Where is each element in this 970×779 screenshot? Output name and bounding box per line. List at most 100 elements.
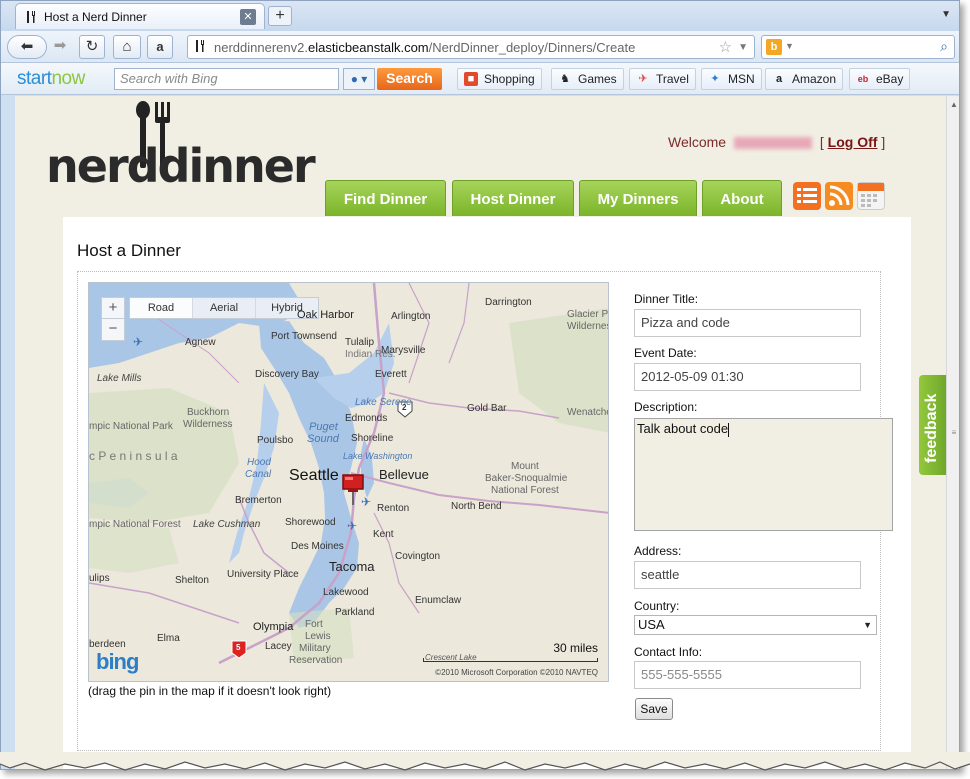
map-label: ulips xyxy=(89,573,110,584)
nav-find-dinner[interactable]: Find Dinner xyxy=(325,180,446,216)
bracket-open: [ xyxy=(819,134,824,150)
map-label: Des Moines xyxy=(291,541,344,552)
toolbar-search-input[interactable]: Search with Bing xyxy=(114,68,339,90)
search-icon[interactable]: ⌕ xyxy=(940,38,948,55)
tab-list-arrow-icon[interactable]: ▼ xyxy=(941,9,951,20)
bookmark-label: MSN xyxy=(728,72,755,86)
forward-button[interactable]: ➡ xyxy=(49,35,71,59)
map-label: Covington xyxy=(395,551,441,562)
globe-dropdown-icon[interactable]: ● ▾ xyxy=(343,68,375,90)
reload-button[interactable]: ↻ xyxy=(79,35,105,59)
fork-knife-icon xyxy=(24,10,38,24)
bookmark-msn[interactable]: ✦ MSN xyxy=(701,68,762,90)
scroll-up-arrow-icon[interactable]: ▲ xyxy=(947,100,959,109)
site-logo[interactable]: nerddinner xyxy=(46,139,316,193)
map-view-aerial[interactable]: Aerial xyxy=(193,298,256,318)
back-button[interactable]: ⬅ xyxy=(7,35,47,59)
feedback-tab[interactable]: feedback xyxy=(919,375,947,475)
ebay-icon: eb xyxy=(857,74,869,84)
map-label: Seattle xyxy=(289,467,339,484)
startnow-logo[interactable]: startnow xyxy=(17,68,85,90)
new-tab-button[interactable]: + xyxy=(268,6,292,26)
description-text: Talk about code xyxy=(637,421,729,436)
map-label: Tacoma xyxy=(329,559,375,574)
main-content: Host a Dinner + − Road Aerial Hybrid ✈ ✈… xyxy=(63,217,911,769)
browser-search-box[interactable]: b ▼ ⌕ xyxy=(761,35,955,59)
map-label: Puget xyxy=(309,421,338,433)
address-input[interactable]: seattle xyxy=(634,561,861,589)
map-label: Discovery Bay xyxy=(255,369,319,380)
bookmark-star-icon[interactable]: ☆ xyxy=(719,38,732,56)
nav-host-dinner[interactable]: Host Dinner xyxy=(452,180,574,216)
url-path: /NerdDinner_deploy/Dinners/Create xyxy=(428,39,636,55)
torn-edge xyxy=(0,752,970,771)
map[interactable]: + − Road Aerial Hybrid ✈ ✈ ✈ Oak Harbor … xyxy=(88,282,609,682)
zoom-in-button[interactable]: + xyxy=(102,298,124,319)
event-date-input[interactable]: 2012-05-09 01:30 xyxy=(634,363,861,391)
map-label: Lake Cushman xyxy=(193,519,261,530)
nav-about[interactable]: About xyxy=(702,180,782,216)
rss-icon[interactable] xyxy=(825,182,853,210)
search-engine-dropdown-icon[interactable]: ▼ xyxy=(785,41,794,51)
map-label: Oak Harbor xyxy=(297,309,354,321)
contact-info-input[interactable]: 555-555-5555 xyxy=(634,661,861,689)
map-label: Bellevue xyxy=(379,467,429,482)
scroll-grip-icon[interactable]: ≡ xyxy=(947,428,959,437)
navigation-bar: ⬅ ➡ ↻ ⌂ a nerddinnerenv2.elasticbeanstal… xyxy=(1,31,959,63)
map-label: Buckhorn xyxy=(187,407,230,418)
map-label: National Forest xyxy=(491,485,559,496)
reload-icon: ↻ xyxy=(85,38,99,55)
url-dropdown-icon[interactable]: ▼ xyxy=(738,42,748,53)
map-label: Poulsbo xyxy=(257,435,294,446)
map-label: c P e n i n s u l a xyxy=(89,449,178,463)
toolbar-search-button[interactable]: Search xyxy=(377,68,442,90)
map-label: Reservation xyxy=(289,655,343,666)
bookmark-label: Games xyxy=(578,72,617,86)
browser-tab[interactable]: Host a Nerd Dinner ✕ xyxy=(15,3,265,29)
browser-window: Host a Nerd Dinner ✕ + ▼ ⬅ ➡ ↻ ⌂ a nerdd… xyxy=(0,0,960,770)
calendar-icon[interactable] xyxy=(857,182,885,210)
bookmark-ebay[interactable]: eb eBay xyxy=(849,68,911,90)
log-off-link[interactable]: Log Off xyxy=(828,134,878,150)
airport-icon: ✈ xyxy=(133,335,144,349)
bookmark-amazon[interactable]: a Amazon xyxy=(765,68,844,90)
text-cursor xyxy=(728,422,730,437)
map-label: Lake Washington xyxy=(343,451,413,461)
country-value: USA xyxy=(638,617,665,632)
fork-knife-icon xyxy=(194,39,206,56)
close-tab-icon[interactable]: ✕ xyxy=(240,8,256,25)
map-label: Wilderness xyxy=(183,419,233,430)
bookmark-shopping[interactable]: ■ Shopping xyxy=(457,68,542,90)
bookmark-label: Travel xyxy=(656,72,689,86)
url-domain: elasticbeanstalk.com xyxy=(307,39,429,55)
list-feed-icon[interactable] xyxy=(793,182,821,210)
map-label: Kent xyxy=(373,529,394,540)
save-button[interactable]: Save xyxy=(635,698,673,720)
map-label: Agnew xyxy=(185,337,216,348)
map-label: Port Townsend xyxy=(271,331,337,342)
amazon-button[interactable]: a xyxy=(147,35,173,59)
bookmark-travel[interactable]: ✈ Travel xyxy=(629,68,696,90)
country-select[interactable]: USA ▼ xyxy=(634,615,877,635)
home-button[interactable]: ⌂ xyxy=(113,35,141,59)
map-label: Shorewood xyxy=(285,517,336,528)
address-bar[interactable]: nerddinnerenv2.elasticbeanstalk.com/Nerd… xyxy=(187,35,755,59)
games-icon: ♞ xyxy=(560,73,570,85)
bookmark-games[interactable]: ♞ Games xyxy=(551,68,624,90)
map-label: Canal xyxy=(245,469,272,480)
shopping-icon: ■ xyxy=(464,72,478,86)
map-label: Wilderness xyxy=(567,321,608,332)
map-label: Lakewood xyxy=(323,587,369,598)
chevron-down-icon: ▼ xyxy=(863,620,872,630)
map-view-road[interactable]: Road xyxy=(130,298,193,318)
zoom-out-button[interactable]: − xyxy=(102,319,124,340)
vertical-scrollbar[interactable]: ▲ ≡ xyxy=(946,96,959,769)
map-label: Enumclaw xyxy=(415,595,462,606)
map-label: Wenatche xyxy=(567,407,609,418)
map-label: Mount xyxy=(511,461,539,472)
description-textarea[interactable]: Talk about code xyxy=(634,418,893,531)
airport-icon: ✈ xyxy=(347,519,358,533)
nav-my-dinners[interactable]: My Dinners xyxy=(579,180,697,216)
dinner-title-input[interactable]: Pizza and code xyxy=(634,309,861,337)
map-label: Bremerton xyxy=(235,495,282,506)
